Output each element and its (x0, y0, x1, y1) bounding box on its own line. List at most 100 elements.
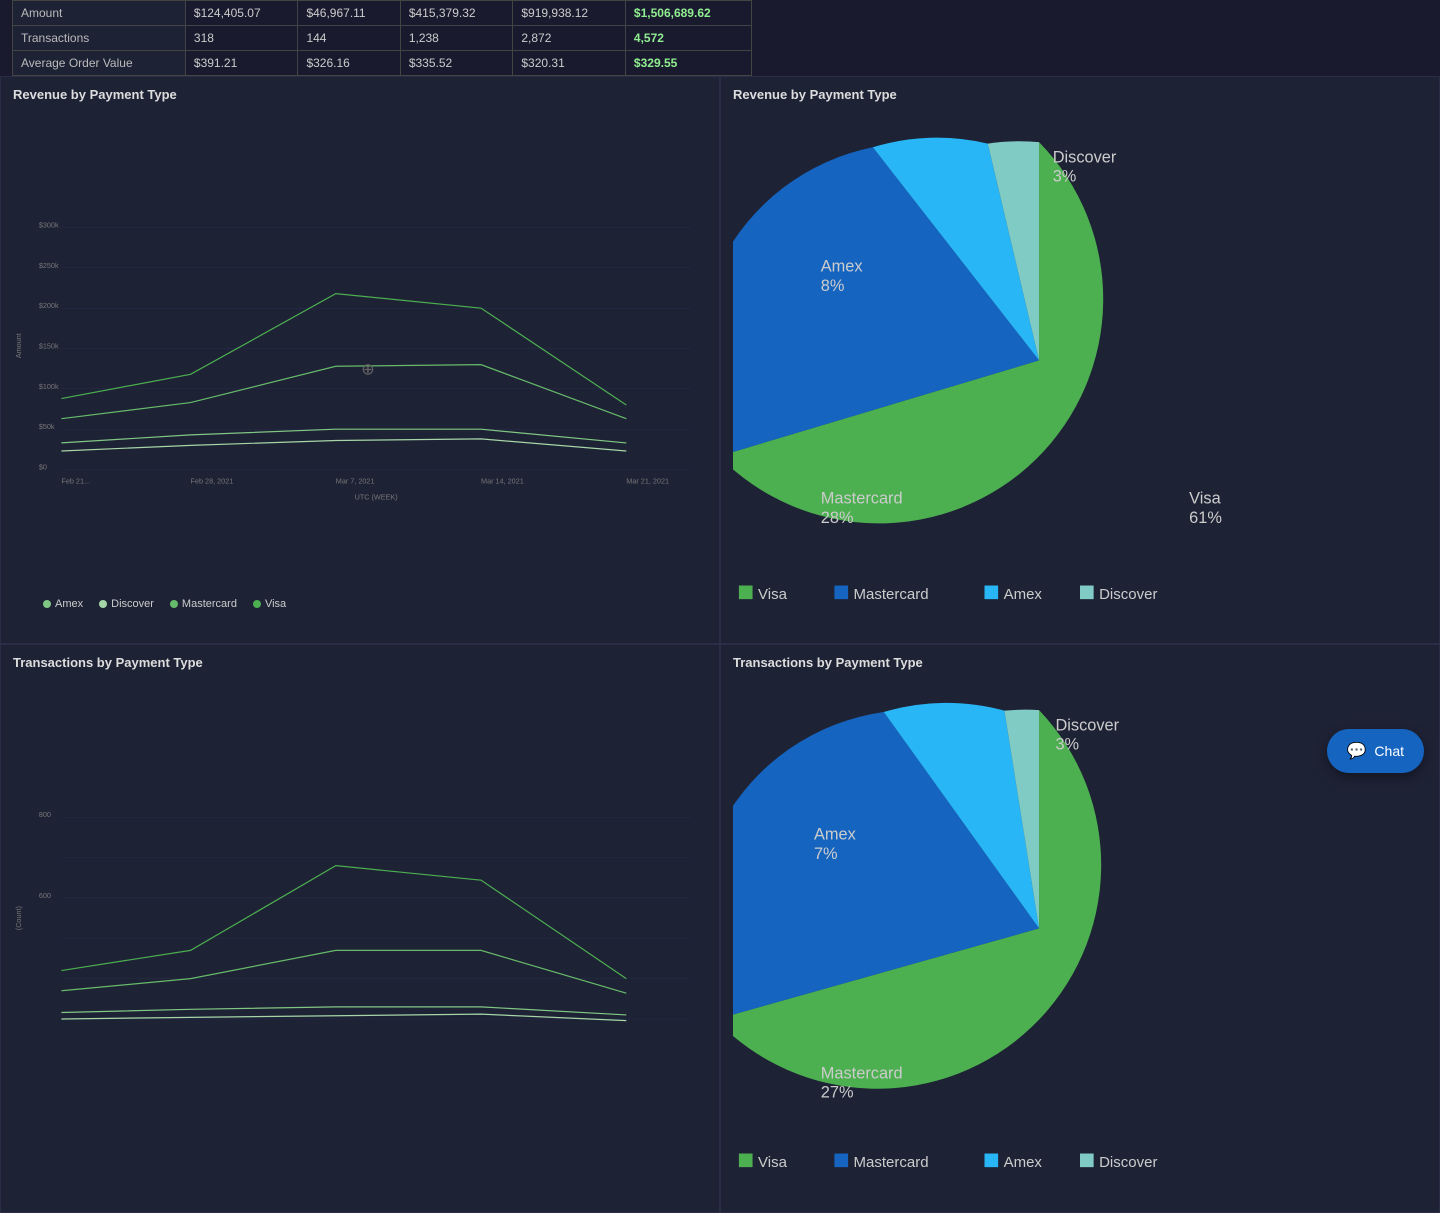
discover-legend-dot (1080, 586, 1094, 600)
tx-discover-value: 3% (1055, 736, 1079, 754)
mastercard-legend-dot (834, 586, 848, 600)
mastercard-aov: $335.52 (400, 51, 513, 76)
discover-legend-label: Discover (111, 598, 154, 610)
move-icon: ⊕ (361, 360, 375, 378)
discover-aov: $326.16 (298, 51, 400, 76)
visa-legend: Visa (758, 586, 788, 603)
legend-discover: Discover (99, 598, 154, 610)
amex-dot (43, 600, 51, 608)
page: Amount $124,405.07 $46,967.11 $415,379.3… (0, 0, 1440, 789)
visa-line (61, 294, 626, 405)
tx-visa-legend: Visa (758, 1155, 788, 1172)
mastercard-line (61, 365, 626, 419)
y-label-300k: $300k (39, 220, 59, 229)
discover-legend: Discover (1099, 586, 1157, 603)
revenue-line-chart-title: Revenue by Payment Type (13, 87, 707, 102)
tx-amex-legend-dot (984, 1154, 998, 1168)
tx-discover-legend-dot (1080, 1154, 1094, 1168)
tx-discover-legend: Discover (1099, 1155, 1157, 1172)
tx-mastercard-legend-dot (834, 1154, 848, 1168)
y-label-0: $0 (39, 463, 47, 472)
visa-aov: $320.31 (513, 51, 626, 76)
tx-mastercard-label: Mastercard (821, 1065, 903, 1083)
table-row: Amount $124,405.07 $46,967.11 $415,379.3… (13, 1, 752, 26)
chat-button[interactable]: 💬 Chat (1327, 729, 1425, 773)
y-label-100k: $100k (39, 382, 59, 391)
tx-visa-legend-dot (739, 1154, 753, 1168)
revenue-line-chart-panel: Revenue by Payment Type $300k $250k $200… (0, 76, 720, 644)
x-label-mar21: Mar 21, 2021 (626, 476, 669, 485)
tx-mastercard-legend: Mastercard (854, 1155, 929, 1172)
visa-legend-label: Visa (265, 598, 286, 610)
transactions-pie-svg: Mastercard 27% Amex 7% Discover 3% Visa … (733, 676, 1427, 1194)
tx-discover-label: Discover (1055, 717, 1119, 735)
amex-transactions: 318 (185, 26, 298, 51)
discover-line (61, 439, 626, 451)
y-axis-title: Amount (14, 333, 23, 358)
x-label-feb21: Feb 21... (61, 476, 90, 485)
mastercard-dot (170, 600, 178, 608)
mastercard-legend: Mastercard (854, 586, 929, 603)
visa-pct-label: Visa (1189, 490, 1221, 508)
table-row: Transactions 318 144 1,238 2,872 4,572 (13, 26, 752, 51)
visa-dot (253, 600, 261, 608)
transactions-label: Transactions (13, 26, 186, 51)
revenue-line-legend: Amex Discover Mastercard Visa (43, 598, 286, 610)
tx-amex-value: 7% (814, 845, 838, 863)
amex-legend-label: Amex (55, 598, 83, 610)
transactions-pie-chart-panel: Transactions by Payment Type Mastercard … (720, 644, 1440, 1212)
transactions-line-chart-area: 800 600 (Count) (13, 676, 707, 1184)
mastercard-legend-label: Mastercard (182, 598, 237, 610)
y-label-250k: $250k (39, 261, 59, 270)
revenue-line-svg: $300k $250k $200k $150k $100k $50k $0 Am… (13, 108, 707, 616)
y-label-150k: $150k (39, 342, 59, 351)
mastercard-pct-label: Mastercard (821, 490, 903, 508)
transactions-amex-line (61, 1007, 626, 1015)
amex-legend: Amex (1004, 586, 1043, 603)
summary-table: Amount $124,405.07 $46,967.11 $415,379.3… (12, 0, 752, 76)
transactions-line-chart-title: Transactions by Payment Type (13, 655, 707, 670)
count-600: 600 (39, 891, 51, 900)
tx-amex-legend: Amex (1004, 1155, 1043, 1172)
revenue-pie-chart-area: Visa 61% Mastercard 28% Amex 8% Discover… (733, 108, 1427, 626)
charts-grid: Revenue by Payment Type $300k $250k $200… (0, 76, 1440, 1213)
mastercard-amount: $415,379.32 (400, 1, 513, 26)
discover-amount: $46,967.11 (298, 1, 400, 26)
amex-pct-label: Amex (821, 258, 863, 276)
transactions-pie-chart-area: Mastercard 27% Amex 7% Discover 3% Visa … (733, 676, 1427, 1194)
amount-label: Amount (13, 1, 186, 26)
count-y-axis: (Count) (14, 906, 23, 930)
amex-aov: $391.21 (185, 51, 298, 76)
discover-transactions: 144 (298, 26, 400, 51)
aov-label: Average Order Value (13, 51, 186, 76)
legend-visa: Visa (253, 598, 286, 610)
chat-icon: 💬 (1347, 741, 1367, 761)
discover-pct-label: Discover (1053, 149, 1117, 167)
y-label-50k: $50k (39, 422, 55, 431)
transactions-pie-chart-title: Transactions by Payment Type (733, 655, 1427, 670)
x-axis-label: UTC (WEEK) (355, 492, 398, 501)
discover-dot (99, 600, 107, 608)
amex-legend-dot (984, 586, 998, 600)
visa-legend-dot (739, 586, 753, 600)
transactions-line-svg: 800 600 (Count) (13, 676, 707, 1184)
visa-transactions: 2,872 (513, 26, 626, 51)
transactions-discover-line (61, 1015, 626, 1021)
revenue-pie-svg: Visa 61% Mastercard 28% Amex 8% Discover… (733, 108, 1427, 626)
chat-label: Chat (1374, 743, 1404, 759)
x-label-mar7: Mar 7, 2021 (336, 476, 375, 485)
visa-pct-value: 61% (1189, 509, 1222, 527)
legend-amex: Amex (43, 598, 83, 610)
total-transactions: 4,572 (625, 26, 751, 51)
legend-mastercard: Mastercard (170, 598, 237, 610)
visa-amount: $919,938.12 (513, 1, 626, 26)
discover-pct-value: 3% (1053, 168, 1077, 186)
total-amount: $1,506,689.62 (625, 1, 751, 26)
transactions-line-chart-panel: Transactions by Payment Type 800 600 (Co… (0, 644, 720, 1212)
tx-mastercard-value: 27% (821, 1084, 854, 1102)
amex-amount: $124,405.07 (185, 1, 298, 26)
x-label-feb28: Feb 28, 2021 (191, 476, 234, 485)
y-label-200k: $200k (39, 301, 59, 310)
mastercard-transactions: 1,238 (400, 26, 513, 51)
revenue-pie-chart-title: Revenue by Payment Type (733, 87, 1427, 102)
